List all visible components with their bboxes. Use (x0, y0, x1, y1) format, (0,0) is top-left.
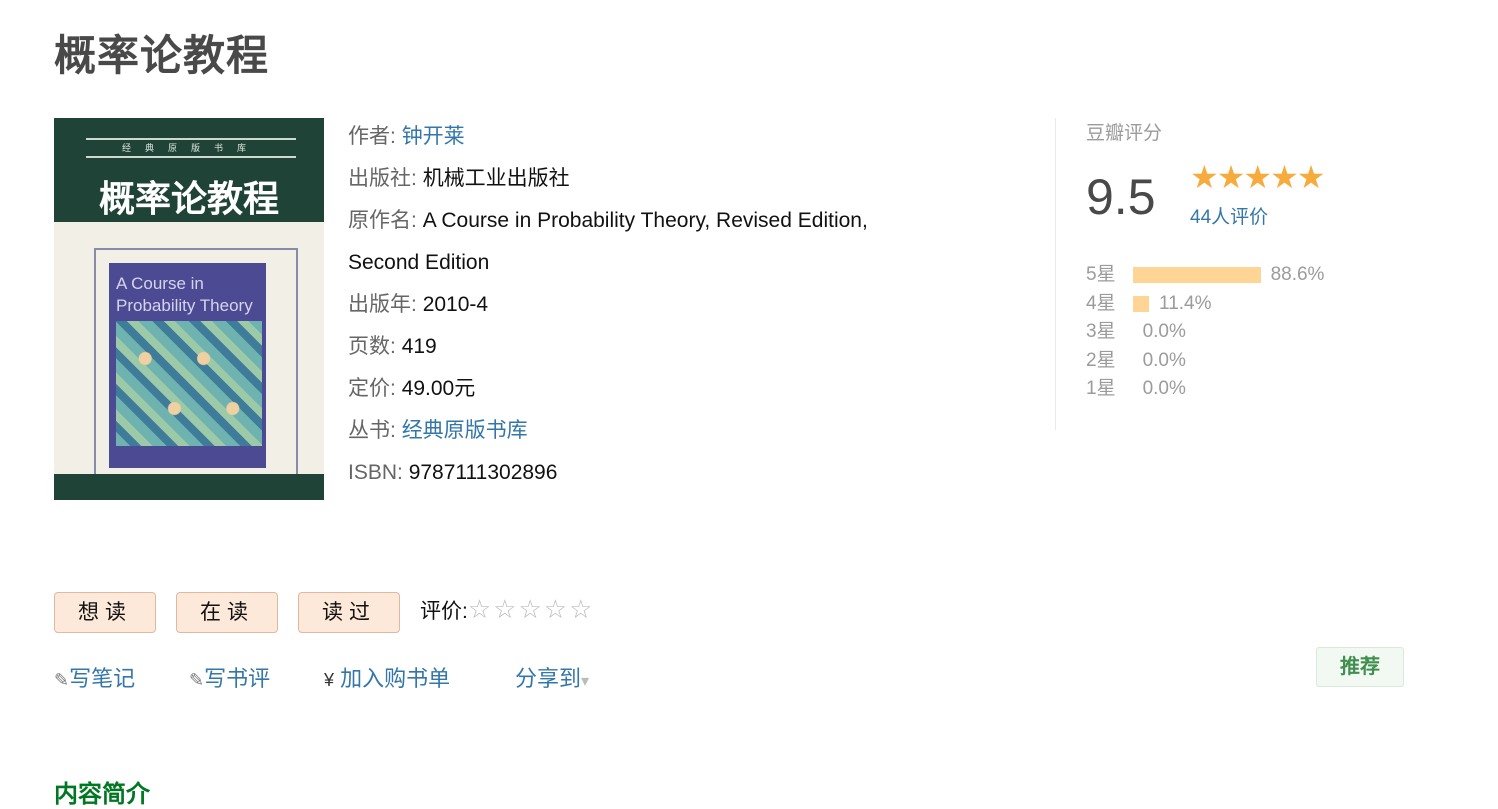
cover-title: 概率论教程 (98, 178, 279, 219)
price: 49.00元 (401, 377, 476, 400)
pencil-icon: ✎ (189, 670, 205, 690)
rate-widget: 评价:☆☆☆☆☆ (420, 594, 594, 625)
share-label: 分享到 (515, 666, 582, 691)
original-title-label: 原作名: (348, 209, 417, 232)
rating-row-label: 4星 (1086, 292, 1116, 314)
pencil-icon: ✎ (54, 670, 70, 690)
recommend-button[interactable]: 推荐 (1316, 647, 1404, 687)
rating-row: 3星 0.0% (1086, 318, 1324, 347)
write-note-link[interactable]: ✎写笔记 (54, 661, 135, 693)
price-label: 定价: (348, 377, 396, 400)
page-title: 概率论教程 (54, 32, 270, 79)
write-review-label: 写书评 (204, 666, 271, 691)
add-to-cart-link[interactable]: ¥ 加入购书单 (324, 661, 450, 693)
rating-row-percent: 0.0% (1142, 321, 1186, 342)
rate-label: 评价: (420, 600, 468, 623)
rating-score: 9.5 (1086, 169, 1156, 225)
isbn-label: ISBN: (348, 461, 403, 484)
rating-label: 豆瓣评分 (1086, 123, 1163, 144)
rating-stars-icon: ★★★★★ (1190, 159, 1325, 195)
series-link[interactable]: 经典原版书库 (402, 419, 528, 442)
share-dropdown[interactable]: 分享到▾ (515, 661, 589, 693)
author-label: 作者: (348, 125, 396, 148)
rating-row-label: 3星 (1086, 321, 1116, 342)
rating-row-label: 5星 (1086, 264, 1116, 285)
rating-row: 1星 0.0% (1086, 375, 1324, 404)
have-read-button[interactable]: 读过 (298, 592, 400, 633)
pages: 419 (401, 335, 437, 358)
rating-row-percent: 11.4% (1159, 292, 1212, 314)
rating-row-percent: 0.0% (1142, 378, 1186, 399)
rating-row-percent: 88.6% (1270, 264, 1325, 285)
cover-series: 经典原版书库 (86, 138, 296, 158)
book-cover-image[interactable]: 经典原版书库 概率论教程 A Course in Probability Theo… (54, 118, 324, 500)
cover-en-title-1: A Course in (116, 274, 204, 293)
chevron-down-icon: ▾ (581, 673, 590, 690)
rating-row-percent: 0.0% (1142, 349, 1186, 371)
intro-heading: 内容简介 (54, 781, 150, 808)
rating-row-label: 1星 (1086, 378, 1116, 399)
write-note-label: 写笔记 (69, 666, 136, 691)
series-label: 丛书: (348, 419, 396, 442)
pages-label: 页数: (348, 335, 396, 358)
rating-votes-link[interactable]: 44人评价 (1190, 202, 1268, 229)
rating-bar (1132, 295, 1150, 312)
publisher-label: 出版社: (348, 167, 417, 190)
year: 2010-4 (422, 293, 489, 316)
rating-panel: 豆瓣评分 9.5 ★★★★★ 44人评价 5星 88.6% 4星 11.4% 3星 0.0… (1055, 118, 1446, 430)
author-link[interactable]: 钟开莱 (402, 125, 465, 148)
write-review-link[interactable]: ✎写书评 (189, 661, 270, 693)
rating-bar (1132, 267, 1261, 284)
original-title: A Course in Probability Theory, Revised … (422, 209, 868, 232)
add-to-cart-label: 加入购书单 (340, 666, 451, 691)
rating-row: 5星 88.6% (1086, 261, 1324, 290)
yen-icon: ¥ (324, 670, 335, 690)
year-label: 出版年: (348, 293, 417, 316)
cover-artwork (116, 321, 262, 446)
reading-button[interactable]: 在读 (176, 592, 278, 633)
want-to-read-button[interactable]: 想读 (54, 592, 156, 633)
cover-en-title-2: Probability Theory (116, 296, 253, 315)
rating-row-label: 2星 (1086, 349, 1116, 371)
rating-row: 2星 0.0% (1086, 347, 1324, 376)
rating-distribution: 5星 88.6% 4星 11.4% 3星 0.0% 2星 0.0% 1星 0.0% (1086, 261, 1324, 404)
rating-row: 4星 11.4% (1086, 290, 1324, 319)
isbn: 9787111302896 (408, 461, 558, 484)
publisher: 机械工业出版社 (422, 167, 570, 190)
original-title-cont: Second Edition (348, 251, 490, 274)
rate-stars-icon[interactable]: ☆☆☆☆☆ (468, 594, 595, 624)
book-info: 作者: 钟开莱 出版社: 机械工业出版社 原作名: A Course in Pr… (348, 116, 868, 494)
